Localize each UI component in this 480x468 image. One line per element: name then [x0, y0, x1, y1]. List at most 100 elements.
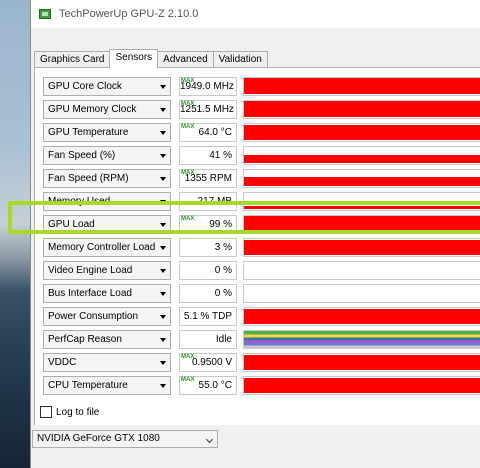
sensor-value-text: 5.1 % TDP — [183, 311, 232, 322]
sensor-label: Video Engine Load — [48, 265, 133, 276]
tab-graphics-card[interactable]: Graphics Card — [34, 51, 111, 68]
dropdown-arrow-icon — [160, 108, 166, 112]
sensor-label: Fan Speed (RPM) — [48, 173, 129, 184]
dropdown-arrow-icon — [160, 361, 166, 365]
sensor-graph — [243, 307, 480, 326]
sensor-graph-fill — [244, 378, 480, 393]
sensor-graph — [243, 169, 480, 188]
sensor-graph-fill — [244, 125, 480, 140]
sensor-graph-fill — [244, 355, 480, 370]
log-to-file-label: Log to file — [56, 406, 100, 418]
sensor-label: Memory Used — [48, 196, 111, 207]
sensor-graph-fill — [244, 177, 480, 186]
sensor-value-text: 99 % — [209, 219, 232, 230]
sensor-value: 3 % — [179, 238, 237, 257]
sensor-graph — [243, 100, 480, 119]
sensor-value: Idle — [179, 330, 237, 349]
sensor-label-dropdown[interactable]: Power Consumption — [43, 307, 171, 326]
tab-advanced[interactable]: Advanced — [157, 51, 214, 68]
sensor-label-dropdown[interactable]: VDDC — [43, 353, 171, 372]
sensor-value-text: Idle — [215, 334, 232, 345]
log-to-file-checkbox[interactable] — [40, 406, 52, 418]
sensor-label: VDDC — [48, 357, 77, 368]
chevron-down-icon — [205, 435, 214, 444]
dropdown-arrow-icon — [160, 131, 166, 135]
sensor-label: GPU Load — [48, 219, 95, 230]
sensor-value: MAX 1251.5 MHz — [179, 100, 237, 119]
sensor-graph-fill — [244, 101, 480, 117]
sensor-value: MAX 0.9500 V — [179, 353, 237, 372]
sensor-value-text: 41 % — [209, 150, 232, 161]
sensor-value: 5.1 % TDP — [179, 307, 237, 326]
max-tag: MAX — [181, 170, 195, 176]
sensor-label: GPU Core Clock — [48, 81, 122, 92]
sensor-value: MAX 99 % — [179, 215, 237, 234]
dropdown-arrow-icon — [160, 200, 166, 204]
sensor-graph — [243, 284, 480, 303]
sensor-label: Fan Speed (%) — [48, 150, 116, 161]
sensor-graph-fill — [244, 78, 480, 94]
max-tag: MAX — [181, 124, 195, 130]
max-tag: MAX — [181, 216, 195, 222]
sensor-label: Power Consumption — [48, 311, 139, 322]
dropdown-arrow-icon — [160, 315, 166, 319]
sensor-value: 41 % — [179, 146, 237, 165]
sensor-value-text: 0 % — [214, 288, 232, 299]
title-bar: TechPowerUp GPU-Z 2.10.0 — [31, 0, 480, 28]
perfcap-stripes — [244, 331, 480, 348]
sensor-label-dropdown[interactable]: Bus Interface Load — [43, 284, 171, 303]
sensor-graph — [243, 77, 480, 96]
sensor-value-text: 55.0 °C — [198, 380, 232, 391]
dropdown-arrow-icon — [160, 384, 166, 388]
sensor-label-dropdown[interactable]: Memory Controller Load — [43, 238, 171, 257]
sensor-graph — [243, 215, 480, 234]
sensor-graph — [243, 261, 480, 280]
sensor-value-text: 64.0 °C — [198, 127, 232, 138]
sensor-graph — [243, 330, 480, 349]
sensor-label-dropdown[interactable]: GPU Core Clock — [43, 77, 171, 96]
sensor-label-dropdown[interactable]: PerfCap Reason — [43, 330, 171, 349]
sensor-value: MAX 1949.0 MHz — [179, 77, 237, 96]
tab-sensors[interactable]: Sensors — [109, 49, 159, 68]
sensor-label-dropdown[interactable]: GPU Load — [43, 215, 171, 234]
device-select[interactable]: NVIDIA GeForce GTX 1080 — [32, 430, 218, 448]
tab-strip: Graphics Card Sensors Advanced Validatio… — [34, 49, 268, 68]
sensor-label-dropdown[interactable]: GPU Temperature — [43, 123, 171, 142]
sensor-label: Memory Controller Load — [48, 242, 156, 253]
device-select-value: NVIDIA GeForce GTX 1080 — [37, 433, 160, 444]
sensor-label-dropdown[interactable]: Fan Speed (RPM) — [43, 169, 171, 188]
sensor-label-dropdown[interactable]: Fan Speed (%) — [43, 146, 171, 165]
sensor-label: PerfCap Reason — [48, 334, 122, 345]
sensor-value: 217 MB — [179, 192, 237, 211]
sensor-value: MAX 1355 RPM — [179, 169, 237, 188]
max-tag: MAX — [181, 101, 195, 107]
sensor-value: MAX 55.0 °C — [179, 376, 237, 395]
sensor-label-dropdown[interactable]: CPU Temperature — [43, 376, 171, 395]
sensor-graph-fill — [244, 206, 480, 209]
sensor-value: MAX 64.0 °C — [179, 123, 237, 142]
window-title: TechPowerUp GPU-Z 2.10.0 — [59, 8, 199, 20]
sensor-graph — [243, 146, 480, 165]
sensor-value-text: 3 % — [214, 242, 232, 253]
dropdown-arrow-icon — [160, 292, 166, 296]
sensor-value: 0 % — [179, 284, 237, 303]
dropdown-arrow-icon — [160, 269, 166, 273]
sensor-graph-fill — [244, 155, 480, 163]
max-tag: MAX — [181, 354, 195, 360]
sensor-label-dropdown[interactable]: Memory Used — [43, 192, 171, 211]
dropdown-arrow-icon — [160, 154, 166, 158]
sensor-graph — [243, 238, 480, 257]
sensor-graph — [243, 353, 480, 372]
sensor-graph — [243, 192, 480, 211]
tab-validation[interactable]: Validation — [212, 51, 268, 68]
sensor-graph-fill — [244, 309, 480, 324]
log-to-file-option[interactable]: Log to file — [40, 406, 99, 418]
gpuz-app-icon — [39, 9, 51, 19]
sensor-label-dropdown[interactable]: GPU Memory Clock — [43, 100, 171, 119]
sensor-graph — [243, 376, 480, 395]
sensor-label: Bus Interface Load — [48, 288, 132, 299]
sensor-value-text: 0 % — [214, 265, 232, 276]
sensor-graph — [243, 123, 480, 142]
dropdown-arrow-icon — [160, 338, 166, 342]
sensor-label-dropdown[interactable]: Video Engine Load — [43, 261, 171, 280]
